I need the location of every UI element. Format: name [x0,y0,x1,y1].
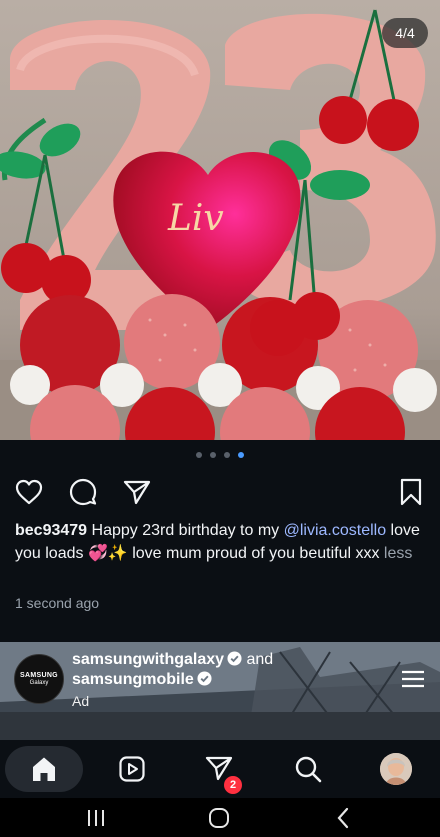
nav-messages[interactable]: 2 [196,746,244,796]
sponsored-label: Ad [72,693,90,709]
verified-icon [227,651,242,666]
carousel-indicator [0,452,440,458]
home-system-button[interactable] [204,806,234,830]
nav-home[interactable] [5,746,83,792]
heart-icon [15,479,43,505]
bookmark-button[interactable] [395,476,427,508]
carousel-dot [210,452,216,458]
recents-icon [88,810,104,826]
bookmark-icon [400,478,422,506]
post-image[interactable]: 4/4 Liv [0,0,440,440]
advertiser-name-1[interactable]: samsungwithgalaxy [72,651,224,668]
bottom-navigation: 2 [0,740,440,798]
post-actions [0,476,440,510]
balloon-text: Liv [168,198,224,239]
comment-button[interactable] [67,476,99,508]
carousel-dot [224,452,230,458]
search-icon [295,756,322,783]
like-button[interactable] [13,476,45,508]
advertiser-and: and [242,651,274,668]
carousel-dot-active [238,452,244,458]
back-button[interactable] [328,806,358,830]
caption-username[interactable]: bec93479 [15,522,87,539]
system-navigation-bar [0,798,440,837]
nav-reels[interactable] [109,746,155,792]
carousel-dot [196,452,202,458]
avatar-logo-text: SAMSUNG [20,672,58,679]
back-icon [337,807,349,829]
reels-icon [119,756,145,782]
profile-avatar [380,753,412,785]
menu-icon[interactable] [400,668,426,690]
home-circle-icon [209,808,229,828]
caption-mention[interactable]: @livia.costello [284,522,387,539]
advertiser-name-2[interactable]: samsungmobile [72,671,194,688]
advertiser-avatar[interactable]: SAMSUNG Galaxy [14,654,64,704]
sponsored-post-header[interactable]: SAMSUNG Galaxy samsungwithgalaxy and sam… [0,642,440,740]
share-button[interactable] [121,476,153,508]
post-caption: bec93479 Happy 23rd birthday to my @livi… [15,519,427,565]
caption-less-link[interactable]: less [384,545,412,562]
verified-icon [197,671,212,686]
home-icon [33,757,55,781]
avatar-logo-subtext: Galaxy [29,680,49,686]
comment-icon [69,478,97,506]
advertiser-names: samsungwithgalaxy and samsungmobile [72,650,273,690]
recents-button[interactable] [81,806,111,830]
caption-text: Happy 23rd birthday to my [87,522,284,539]
messages-badge: 2 [222,774,244,796]
post-timestamp: 1 second ago [15,595,100,611]
nav-profile[interactable] [373,746,419,792]
nav-search[interactable] [285,746,331,792]
carousel-counter: 4/4 [382,18,428,48]
share-icon [123,480,151,505]
